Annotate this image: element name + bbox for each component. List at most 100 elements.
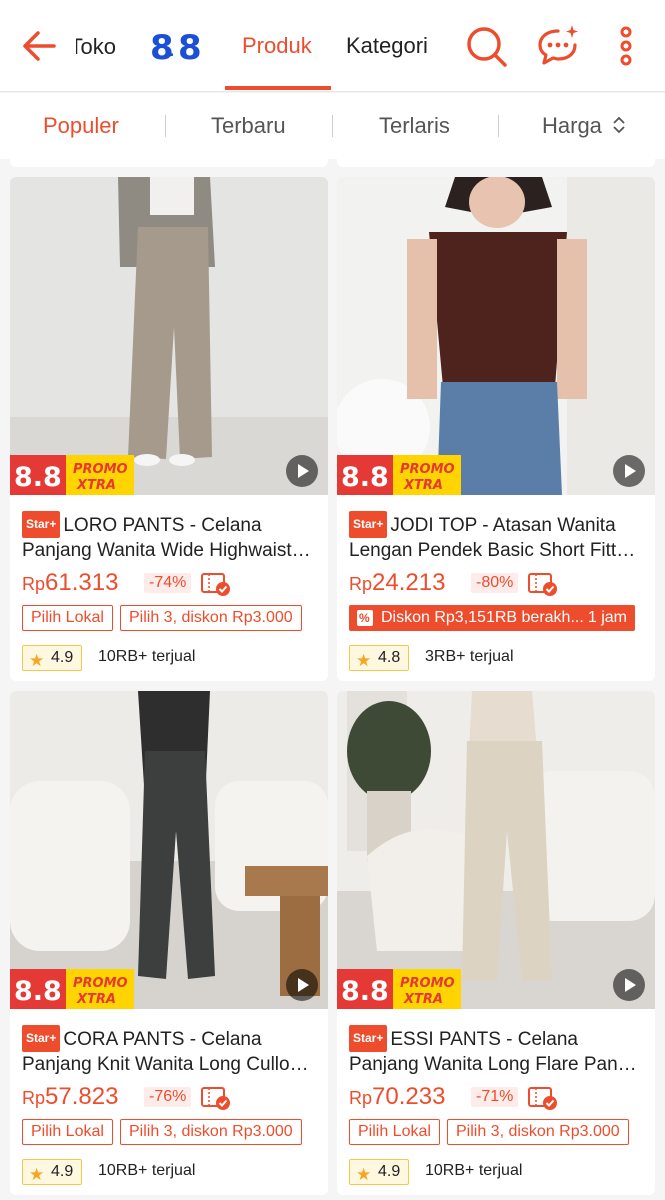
discount-badge: -76% (144, 1087, 192, 1107)
chip-bundle-discount[interactable]: Pilih 3, diskon Rp3.000 (120, 605, 302, 631)
product-price: Rp61.313 (22, 569, 119, 596)
sort-bar: Populer Terbaru Terlaris Harga (0, 93, 665, 159)
previous-card-edge (337, 159, 655, 167)
chip-pilih-lokal[interactable]: Pilih Lokal (22, 1119, 113, 1145)
product-info: Star+ JODI TOP - Atasan Wanita Lengan Pen… (349, 511, 645, 675)
product-info: Star+ ESSI PANTS - Celana Panjang Wanita … (349, 1025, 645, 1189)
chip-bundle-discount[interactable]: Pilih 3, diskon Rp3.000 (120, 1119, 302, 1145)
product-price: Rp57.823 (22, 1083, 119, 1110)
product-image[interactable]: 8.8 PROMO XTRA (10, 691, 328, 1009)
back-arrow-icon[interactable] (18, 24, 62, 68)
svg-text:.: . (169, 44, 174, 60)
product-title-text: ESSI PANTS - Celana Panjang Wanita Long … (349, 1029, 637, 1075)
product-card[interactable]: 8.8 PROMO XTRA Star+ CORA PANTS - Celana … (10, 691, 328, 1195)
star-icon: ★ (29, 1165, 45, 1184)
product-image[interactable]: 8.8 PROMO XTRA (337, 177, 655, 495)
promo-xtra-badge: 8.8 PROMO XTRA (337, 455, 461, 495)
rating-badge: ★ 4.8 (349, 645, 410, 671)
svg-text:8.8: 8.8 (14, 976, 62, 1007)
svg-text:XTRA: XTRA (403, 478, 443, 493)
discount-badge: -71% (471, 1087, 519, 1107)
rating-badge: ★ 4.9 (22, 645, 83, 671)
search-icon[interactable] (462, 22, 510, 70)
svg-text:8: 8 (178, 28, 202, 64)
svg-text:8.8: 8.8 (341, 976, 389, 1007)
product-info: Star+ CORA PANTS - Celana Panjang Knit Wa… (22, 1025, 318, 1189)
product-card[interactable]: 8.8 PROMO XTRA Star+ LORO PANTS - Celana … (10, 177, 328, 681)
rating-row: ★ 4.9 10RB+ terjual (22, 645, 318, 675)
product-title-text: LORO PANTS - Celana Panjang Wanita Wide … (22, 515, 311, 561)
chip-pilih-lokal[interactable]: Pilih Lokal (22, 605, 113, 631)
play-video-icon[interactable] (613, 969, 645, 1001)
product-card[interactable]: 8.8 PROMO XTRA Star+ JODI TOP - Atasan Wa… (337, 177, 655, 681)
rating-row: ★ 4.9 10RB+ terjual (22, 1159, 318, 1189)
price-row: Rp57.823 -76% (22, 1081, 318, 1115)
voucher-icon (201, 1087, 230, 1110)
chip-bundle-discount[interactable]: Pilih 3, diskon Rp3.000 (447, 1119, 629, 1145)
sold-count: 10RB+ terjual (98, 648, 196, 665)
brand-8-8-logo: 8 . 8 (150, 28, 202, 64)
product-title: Star+ LORO PANTS - Celana Panjang Wanita … (22, 511, 318, 561)
more-icon[interactable] (604, 22, 652, 70)
sold-count: 10RB+ terjual (98, 1162, 196, 1179)
promo-xtra-badge: 8.8 PROMO XTRA (10, 969, 134, 1009)
voucher-icon (528, 1087, 557, 1110)
price-row: Rp24.213 -80% (349, 567, 645, 601)
svg-text:XTRA: XTRA (76, 478, 116, 493)
tab-produk[interactable]: Produk (242, 33, 312, 59)
rating-badge: ★ 4.9 (349, 1159, 410, 1185)
star-icon: ★ (356, 1165, 372, 1184)
play-video-icon[interactable] (286, 455, 318, 487)
star-plus-tag: Star+ (349, 1025, 388, 1052)
product-title: Star+ ESSI PANTS - Celana Panjang Wanita … (349, 1025, 645, 1075)
promo-xtra-badge: 8.8 PROMO XTRA (10, 455, 134, 495)
product-title-text: JODI TOP - Atasan Wanita Lengan Pendek B… (349, 515, 636, 561)
play-video-icon[interactable] (286, 969, 318, 1001)
svg-text:XTRA: XTRA (403, 992, 443, 1007)
sold-count: 10RB+ terjual (425, 1162, 523, 1179)
product-card[interactable]: 8.8 PROMO XTRA Star+ ESSI PANTS - Celana … (337, 691, 655, 1195)
tab-kategori[interactable]: Kategori (346, 33, 428, 59)
product-price: Rp24.213 (349, 569, 446, 596)
star-plus-tag: Star+ (349, 511, 388, 538)
sort-terlaris[interactable]: Terlaris (379, 113, 450, 139)
divider (332, 115, 333, 137)
sort-harga[interactable]: Harga (542, 113, 626, 139)
countdown-time: 1 jam (587, 609, 627, 626)
play-video-icon[interactable] (613, 455, 645, 487)
voucher-icon (201, 573, 230, 596)
product-image[interactable]: 8.8 PROMO XTRA (337, 691, 655, 1009)
sort-arrows-icon (613, 116, 625, 134)
chips-row: Pilih Lokal Pilih 3, diskon Rp3.000 (349, 1119, 645, 1149)
product-title-text: CORA PANTS - Celana Panjang Knit Wanita … (22, 1029, 309, 1075)
price-row: Rp70.233 -71% (349, 1081, 645, 1115)
voucher-icon (528, 573, 557, 596)
discount-countdown-bar[interactable]: Diskon Rp3,151RB berakh... 1 jam (349, 605, 635, 631)
svg-text:8.8: 8.8 (14, 462, 62, 493)
chips-row: Pilih Lokal Pilih 3, diskon Rp3.000 (22, 605, 318, 635)
sort-populer[interactable]: Populer (43, 113, 119, 139)
svg-text:PROMO: PROMO (400, 976, 455, 991)
discount-badge: -74% (144, 573, 192, 593)
star-icon: ★ (356, 651, 372, 670)
sort-harga-label: Harga (542, 113, 602, 138)
chip-pilih-lokal[interactable]: Pilih Lokal (349, 1119, 440, 1145)
product-title: Star+ JODI TOP - Atasan Wanita Lengan Pen… (349, 511, 645, 561)
product-info: Star+ LORO PANTS - Celana Panjang Wanita … (22, 511, 318, 675)
svg-text:8.8: 8.8 (341, 462, 389, 493)
star-icon: ★ (29, 651, 45, 670)
product-title: Star+ CORA PANTS - Celana Panjang Knit Wa… (22, 1025, 318, 1075)
sort-terbaru[interactable]: Terbaru (211, 113, 286, 139)
chips-row: Diskon Rp3,151RB berakh... 1 jam (349, 605, 645, 635)
star-plus-tag: Star+ (22, 1025, 61, 1052)
price-row: Rp61.313 -74% (22, 567, 318, 601)
chat-icon[interactable] (534, 22, 582, 70)
sold-count: 3RB+ terjual (425, 648, 514, 665)
top-app-bar: Toko 8 . 8 Produk Kategori (0, 0, 665, 92)
product-price: Rp70.233 (349, 1083, 446, 1110)
product-image[interactable]: 8.8 PROMO XTRA (10, 177, 328, 495)
svg-text:XTRA: XTRA (76, 992, 116, 1007)
rating-row: ★ 4.8 3RB+ terjual (349, 645, 645, 675)
rating-row: ★ 4.9 10RB+ terjual (349, 1159, 645, 1189)
discount-tag-icon (357, 605, 373, 631)
